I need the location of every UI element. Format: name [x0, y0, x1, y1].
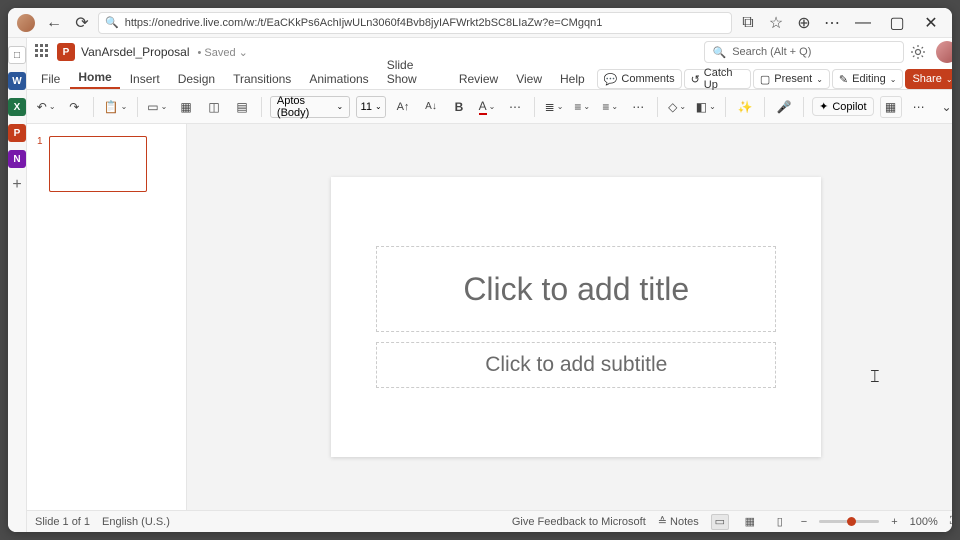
- tab-animations[interactable]: Animations: [301, 69, 376, 89]
- rail-add-button[interactable]: +: [12, 176, 21, 194]
- ribbon-collapse-button[interactable]: ⌄: [936, 96, 952, 118]
- ribbon-more-button[interactable]: ⋯: [908, 96, 930, 118]
- language-status[interactable]: English (U.S.): [102, 516, 170, 528]
- thumb-number: 1: [37, 136, 43, 192]
- zoom-level[interactable]: 100%: [910, 516, 938, 528]
- ribbon-tabs: File Home Insert Design Transitions Anim…: [27, 66, 952, 90]
- tab-design[interactable]: Design: [170, 69, 223, 89]
- section-button[interactable]: ▤: [231, 96, 253, 118]
- tab-insert[interactable]: Insert: [122, 69, 168, 89]
- window-maximize-button[interactable]: ▢: [882, 11, 912, 35]
- app-rail: □ W X P N +: [8, 38, 27, 532]
- slide-canvas-area[interactable]: Click to add title Click to add subtitle…: [187, 124, 952, 510]
- font-select[interactable]: Aptos (Body)⌄: [270, 96, 350, 118]
- more-para-button[interactable]: ⋯: [627, 96, 649, 118]
- window-minimize-button[interactable]: —: [848, 11, 878, 35]
- notes-toggle[interactable]: ≙ Notes: [658, 515, 699, 528]
- slide-count: Slide 1 of 1: [35, 516, 90, 528]
- comments-button[interactable]: 💬 Comments: [597, 69, 682, 89]
- layout-button[interactable]: ▦: [175, 96, 197, 118]
- tab-review[interactable]: Review: [451, 69, 506, 89]
- rail-powerpoint-icon[interactable]: P: [8, 124, 26, 142]
- profile-avatar[interactable]: [14, 11, 38, 35]
- rail-home-icon[interactable]: □: [8, 46, 26, 64]
- bullets-button[interactable]: ≣⌄: [543, 96, 565, 118]
- save-status[interactable]: • Saved ⌄: [198, 46, 248, 59]
- nav-refresh-button[interactable]: ⟳: [70, 11, 94, 35]
- slide-panel: 1: [27, 124, 187, 510]
- window-close-button[interactable]: ✕: [916, 11, 946, 35]
- subtitle-placeholder[interactable]: Click to add subtitle: [376, 342, 776, 388]
- search-input[interactable]: 🔍 Search (Alt + Q): [704, 41, 904, 63]
- slide-canvas[interactable]: Click to add title Click to add subtitle…: [331, 177, 821, 457]
- ribbon-toolbar: ↶⌄ ↷ 📋⌄ ▭⌄ ▦ ◫ ▤ Aptos (Body)⌄ 11⌄ A↑ A↓…: [27, 90, 952, 124]
- arrange-button[interactable]: ◧⌄: [694, 96, 717, 118]
- search-icon: 🔍: [713, 46, 727, 59]
- rail-excel-icon[interactable]: X: [8, 98, 26, 116]
- copilot-button[interactable]: ✦ Copilot: [812, 97, 873, 116]
- status-bar: Slide 1 of 1 English (U.S.) Give Feedbac…: [27, 510, 952, 532]
- read-aloud-icon[interactable]: ⧉: [736, 11, 760, 35]
- dictate-button[interactable]: 🎤: [773, 96, 795, 118]
- tab-view[interactable]: View: [508, 69, 550, 89]
- more-font-button[interactable]: ⋯: [504, 96, 526, 118]
- browser-toolbar: ← ⟳ 🔍 https://onedrive.live.com/w:/t/EaC…: [8, 8, 952, 38]
- rail-onenote-icon[interactable]: N: [8, 150, 26, 168]
- normal-view-button[interactable]: ▭: [711, 514, 729, 530]
- url-text: https://onedrive.live.com/w:/t/EaCKkPs6A…: [125, 17, 603, 29]
- collections-icon[interactable]: ⊕: [792, 11, 816, 35]
- font-color-button[interactable]: A⌄: [476, 96, 498, 118]
- align-button[interactable]: ≡⌄: [599, 96, 621, 118]
- increase-font-button[interactable]: A↑: [392, 96, 414, 118]
- user-avatar[interactable]: [936, 41, 952, 63]
- sorter-view-button[interactable]: ▦: [741, 514, 759, 530]
- title-placeholder[interactable]: Click to add title: [376, 246, 776, 332]
- lock-icon: 🔍: [105, 16, 119, 29]
- address-bar[interactable]: 🔍 https://onedrive.live.com/w:/t/EaCKkPs…: [98, 12, 732, 34]
- zoom-out-button[interactable]: −: [801, 516, 807, 528]
- share-button[interactable]: Share⌄: [905, 69, 952, 89]
- nav-back-button[interactable]: ←: [42, 11, 66, 35]
- shapes-button[interactable]: ◇⌄: [666, 96, 688, 118]
- app-launcher-icon[interactable]: [35, 44, 51, 60]
- undo-button[interactable]: ↶⌄: [35, 96, 57, 118]
- reading-view-button[interactable]: ▯: [771, 514, 789, 530]
- zoom-in-button[interactable]: +: [891, 516, 897, 528]
- document-name[interactable]: VanArsdel_Proposal: [81, 45, 190, 59]
- fit-button[interactable]: ⛶: [950, 515, 952, 528]
- bold-button[interactable]: B: [448, 96, 470, 118]
- zoom-slider[interactable]: [819, 520, 879, 523]
- workspace: 1 Click to add title Click to add subtit…: [27, 124, 952, 510]
- feedback-link[interactable]: Give Feedback to Microsoft: [512, 516, 646, 528]
- tab-slideshow[interactable]: Slide Show: [379, 55, 449, 89]
- slide-thumbnail[interactable]: [49, 136, 147, 192]
- favorite-icon[interactable]: ☆: [764, 11, 788, 35]
- app-title-bar: P VanArsdel_Proposal • Saved ⌄ 🔍 Search …: [27, 38, 952, 66]
- tab-transitions[interactable]: Transitions: [225, 69, 299, 89]
- browser-menu-icon[interactable]: ⋯: [820, 11, 844, 35]
- present-button[interactable]: ▢ Present⌄: [753, 69, 830, 89]
- reset-button[interactable]: ◫: [203, 96, 225, 118]
- paste-button[interactable]: 📋⌄: [102, 96, 129, 118]
- tab-file[interactable]: File: [33, 69, 68, 89]
- search-placeholder: Search (Alt + Q): [732, 46, 811, 58]
- editing-mode-button[interactable]: ✎ Editing⌄: [832, 69, 904, 89]
- decrease-font-button[interactable]: A↓: [420, 96, 442, 118]
- text-cursor-icon: 𝙸: [869, 366, 882, 387]
- addins-button[interactable]: ▦: [880, 96, 902, 118]
- settings-icon[interactable]: [910, 44, 926, 60]
- browser-window: ← ⟳ 🔍 https://onedrive.live.com/w:/t/EaC…: [8, 8, 952, 532]
- rail-word-icon[interactable]: W: [8, 72, 26, 90]
- powerpoint-badge-icon: P: [57, 43, 75, 61]
- numbering-button[interactable]: ≡⌄: [571, 96, 593, 118]
- tab-home[interactable]: Home: [70, 67, 119, 89]
- redo-button[interactable]: ↷: [63, 96, 85, 118]
- tab-help[interactable]: Help: [552, 69, 593, 89]
- new-slide-button[interactable]: ▭⌄: [146, 96, 169, 118]
- font-size-select[interactable]: 11⌄: [356, 96, 386, 118]
- designer-button[interactable]: ✨: [734, 96, 756, 118]
- catchup-button[interactable]: ↺ Catch Up: [684, 69, 751, 89]
